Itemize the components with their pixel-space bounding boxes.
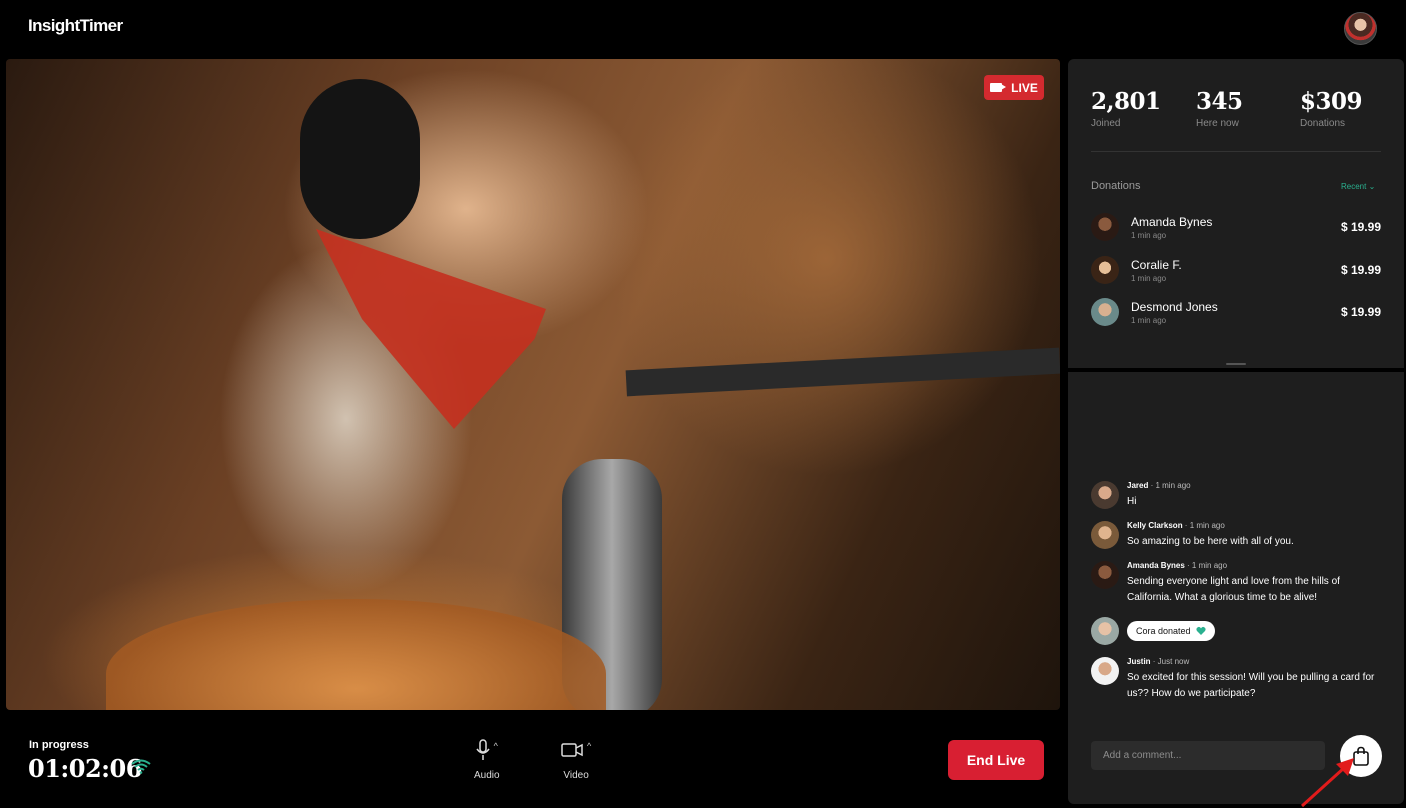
chat-message: Justin · Just now So excited for this se… — [1091, 657, 1381, 703]
meta-separator: · — [1182, 521, 1190, 530]
donor-avatar — [1091, 256, 1119, 284]
chat-message: Kelly Clarkson · 1 min ago So amazing to… — [1091, 521, 1381, 551]
video-control[interactable]: ^ Video — [561, 738, 591, 781]
chat-message: Amanda Bynes · 1 min ago Sending everyon… — [1091, 561, 1381, 607]
meta-separator: · — [1150, 657, 1158, 666]
chat-avatar — [1091, 657, 1119, 685]
donated-pill: Cora donated — [1127, 621, 1215, 641]
stat-label: Donations — [1300, 118, 1346, 129]
donations-title: Donations — [1091, 180, 1141, 192]
divider — [1091, 151, 1381, 152]
donation-row[interactable]: Desmond Jones 1 min ago $ 19.99 — [1091, 298, 1381, 328]
donation-time: 1 min ago — [1131, 274, 1167, 283]
stat-here-now: 345 Here now — [1196, 88, 1243, 129]
donation-row[interactable]: Amanda Bynes 1 min ago $ 19.99 — [1091, 213, 1381, 243]
chat-author: Amanda Bynes — [1127, 561, 1185, 570]
camera-icon — [561, 743, 583, 757]
donation-time: 1 min ago — [1131, 231, 1167, 240]
wifi-icon — [131, 759, 151, 774]
audio-control[interactable]: ^ Audio — [474, 738, 500, 781]
stat-value: $309 — [1300, 88, 1363, 115]
donor-avatar — [1091, 213, 1119, 241]
meta-separator: · — [1184, 561, 1192, 570]
sort-label: Recent — [1341, 182, 1367, 191]
chat-avatar — [1091, 481, 1119, 509]
chat-text: Hi — [1127, 496, 1137, 507]
chat-avatar — [1091, 617, 1119, 645]
chat-avatar — [1091, 561, 1119, 589]
resize-handle[interactable] — [1226, 363, 1246, 365]
chat-avatar — [1091, 521, 1119, 549]
chat-time: 1 min ago — [1191, 561, 1228, 570]
video-headphones — [300, 79, 420, 239]
live-badge: LIVE — [984, 75, 1044, 100]
stat-joined: 2,801 Joined — [1091, 88, 1161, 129]
donation-amount: $ 19.99 — [1340, 220, 1381, 234]
audio-label: Audio — [474, 770, 500, 781]
chevron-down-icon: ⌄ — [1368, 182, 1376, 191]
donation-row[interactable]: Coralie F. 1 min ago $ 19.99 — [1091, 256, 1381, 286]
video-mic-arm — [625, 347, 1060, 397]
chat-time: Just now — [1157, 657, 1190, 666]
video-camera-icon — [990, 83, 1007, 92]
donor-name: Amanda Bynes — [1131, 215, 1213, 229]
chat-text: Sending everyone light and love from the… — [1127, 576, 1340, 603]
chat-time: 1 min ago — [1189, 521, 1225, 530]
chevron-up-icon[interactable]: ^ — [494, 741, 498, 751]
video-bandana — [316, 229, 546, 429]
chat-text: So excited for this session! Will you be… — [1127, 672, 1375, 699]
chat-message: Jared · 1 min ago Hi — [1091, 481, 1381, 511]
chat-author: Jared — [1127, 481, 1149, 490]
chat-author: Kelly Clarkson — [1127, 521, 1183, 530]
end-live-button[interactable]: End Live — [948, 740, 1044, 780]
video-guitar — [106, 599, 606, 710]
microphone-icon — [476, 739, 490, 760]
stat-donations: $309 Donations — [1300, 88, 1363, 129]
donor-name: Desmond Jones — [1131, 300, 1218, 314]
stat-value: 345 — [1196, 88, 1243, 115]
user-avatar[interactable] — [1344, 12, 1377, 45]
donation-amount: $ 19.99 — [1340, 263, 1381, 277]
heart-icon — [1195, 626, 1206, 635]
stat-label: Here now — [1196, 118, 1239, 129]
status-label: In progress — [29, 739, 89, 751]
chat-donation-event: Cora donated — [1091, 617, 1381, 645]
donations-sort-dropdown[interactable]: Recent ⌄ — [1341, 182, 1375, 191]
donation-amount: $ 19.99 — [1340, 305, 1381, 319]
top-bar: InsightTimer — [0, 0, 1406, 58]
app-logo[interactable]: InsightTimer — [28, 16, 123, 36]
donor-avatar — [1091, 298, 1119, 326]
live-video — [6, 59, 1060, 710]
donation-time: 1 min ago — [1131, 316, 1167, 325]
stat-value: 2,801 — [1091, 88, 1161, 115]
chat-author: Justin — [1127, 657, 1151, 666]
video-label: Video — [563, 770, 589, 781]
stat-label: Joined — [1091, 118, 1121, 129]
elapsed-timer: 01:02:06 — [28, 754, 142, 783]
donor-name: Coralie F. — [1131, 258, 1182, 272]
chat-text: So amazing to be here with all of you. — [1127, 536, 1294, 547]
chevron-up-icon[interactable]: ^ — [587, 741, 591, 751]
arrow-pointer — [1300, 758, 1354, 808]
donation-event-text: Cora donated — [1136, 626, 1191, 636]
live-label: LIVE — [1011, 80, 1038, 95]
comment-input[interactable] — [1091, 741, 1325, 770]
chat-time: 1 min ago — [1155, 481, 1191, 490]
